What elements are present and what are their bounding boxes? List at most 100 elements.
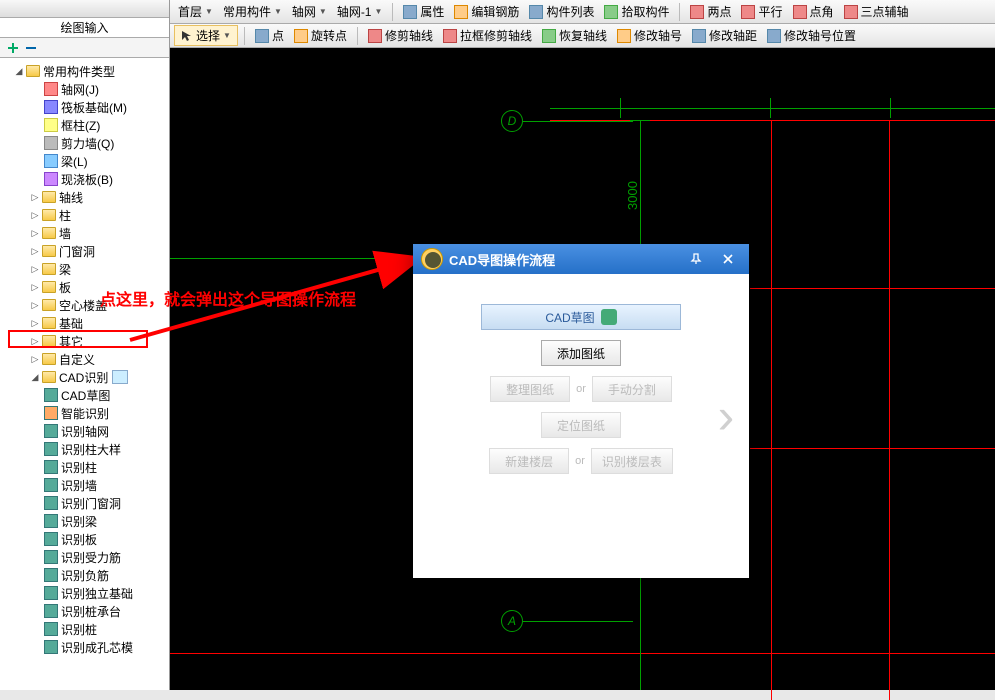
- expander-icon[interactable]: ▷: [30, 336, 40, 346]
- tree-rec-cap[interactable]: 识别桩承台: [0, 602, 169, 620]
- btn-modify-dist[interactable]: 修改轴距: [688, 26, 761, 46]
- tree-custom[interactable]: ▷自定义: [0, 350, 169, 368]
- pick-icon: [604, 5, 618, 19]
- tree-other[interactable]: ▷其它: [0, 332, 169, 350]
- btn-restore[interactable]: 恢复轴线: [538, 26, 611, 46]
- tree-shear-wall[interactable]: 剪力墙(Q): [0, 134, 169, 152]
- mini-toolbar: [0, 38, 169, 58]
- btn-rotate-pt[interactable]: 旋转点: [290, 26, 351, 46]
- panel-tab-draw[interactable]: 绘图输入: [0, 18, 169, 38]
- tree-label: 识别门窗洞: [61, 495, 121, 512]
- collapse-icon[interactable]: [24, 41, 38, 55]
- label: 平行: [758, 3, 782, 20]
- tree-label: 梁: [59, 261, 71, 278]
- tree-slab[interactable]: 现浇板(B): [0, 170, 169, 188]
- folder-icon: [42, 371, 56, 383]
- tree-rec-rebar[interactable]: 识别受力筋: [0, 548, 169, 566]
- tree-label: 板: [59, 279, 71, 296]
- btn-modify-pos[interactable]: 修改轴号位置: [763, 26, 860, 46]
- dropdown-axis-net[interactable]: 轴网-1▼: [333, 2, 387, 22]
- tree-cad-draft[interactable]: CAD草图: [0, 386, 169, 404]
- expander-icon[interactable]: ▷: [30, 300, 40, 310]
- expander-icon[interactable]: ▷: [30, 282, 40, 292]
- expander-icon[interactable]: ▷: [30, 354, 40, 364]
- tree-rec-axis[interactable]: 识别轴网: [0, 422, 169, 440]
- tree-rec-neg[interactable]: 识别负筋: [0, 566, 169, 584]
- tree-liang[interactable]: ▷梁: [0, 260, 169, 278]
- dialog-titlebar[interactable]: CAD导图操作流程: [413, 244, 749, 274]
- tree-column[interactable]: ▷柱: [0, 206, 169, 224]
- tree-opening[interactable]: ▷门窗洞: [0, 242, 169, 260]
- dropdown-axis[interactable]: 轴网▼: [288, 2, 331, 22]
- btn-trim[interactable]: 修剪轴线: [364, 26, 437, 46]
- axis-line-v1: [771, 120, 772, 700]
- tree-raft[interactable]: 筏板基础(M): [0, 98, 169, 116]
- btn-point[interactable]: 点: [251, 26, 288, 46]
- chevron-down-icon: ▼: [223, 31, 231, 40]
- tree-foundation[interactable]: ▷基础: [0, 314, 169, 332]
- tree-rec-pile[interactable]: 识别桩: [0, 620, 169, 638]
- panel-header: [0, 0, 169, 18]
- next-page-button[interactable]: ›: [713, 391, 739, 441]
- btn-select[interactable]: 选择▼: [174, 25, 238, 46]
- btn-props[interactable]: 属性: [399, 2, 448, 22]
- tree-beam[interactable]: 梁(L): [0, 152, 169, 170]
- btn-parallel[interactable]: 平行: [737, 2, 786, 22]
- tree-root[interactable]: ◢常用构件类型: [0, 62, 169, 80]
- label: 修改轴号: [634, 27, 682, 44]
- tree-rec-wall[interactable]: 识别墙: [0, 476, 169, 494]
- tree-label: 识别柱: [61, 459, 97, 476]
- btn-pt-angle[interactable]: 点角: [789, 2, 838, 22]
- expander-icon[interactable]: ◢: [30, 372, 40, 382]
- btn-edit-rebar[interactable]: 编辑钢筋: [450, 2, 523, 22]
- tree-rec-hole[interactable]: 识别成孔芯模: [0, 638, 169, 656]
- tree-wall[interactable]: ▷墙: [0, 224, 169, 242]
- tree-axis-net[interactable]: 轴网(J): [0, 80, 169, 98]
- tree-cad[interactable]: ◢CAD识别: [0, 368, 169, 386]
- expander-icon[interactable]: ▷: [30, 210, 40, 220]
- left-panel: 绘图输入 ◢常用构件类型 轴网(J) 筏板基础(M) 框柱(Z) 剪力墙(Q) …: [0, 0, 170, 690]
- tree-axis[interactable]: ▷轴线: [0, 188, 169, 206]
- list-icon: [529, 5, 543, 19]
- btn-two-pt[interactable]: 两点: [686, 2, 735, 22]
- grid-icon: [44, 82, 58, 96]
- tree-rec-beam[interactable]: 识别梁: [0, 512, 169, 530]
- expand-icon[interactable]: [6, 41, 20, 55]
- tree-rec-slab[interactable]: 识别板: [0, 530, 169, 548]
- step-row-1: 整理图纸 or 手动分割: [490, 376, 672, 402]
- separator: [679, 3, 680, 21]
- btn-new-floor: 新建楼层: [489, 448, 569, 474]
- expander-icon[interactable]: ▷: [30, 264, 40, 274]
- tree-label: 识别梁: [61, 513, 97, 530]
- rec-icon: [44, 460, 58, 474]
- btn-pick[interactable]: 拾取构件: [600, 2, 673, 22]
- boxtrim-icon: [443, 29, 457, 43]
- tree-frame-col[interactable]: 框柱(Z): [0, 116, 169, 134]
- expander-icon[interactable]: ▷: [30, 246, 40, 256]
- expander-icon[interactable]: ▷: [30, 228, 40, 238]
- tree-rec-col[interactable]: 识别柱: [0, 458, 169, 476]
- btn-modify-num[interactable]: 修改轴号: [613, 26, 686, 46]
- tree-rec-iso[interactable]: 识别独立基础: [0, 584, 169, 602]
- btn-box-trim[interactable]: 拉框修剪轴线: [439, 26, 536, 46]
- tree-rec-opening[interactable]: 识别门窗洞: [0, 494, 169, 512]
- cad-flow-icon[interactable]: [112, 370, 128, 384]
- tree-smart[interactable]: 智能识别: [0, 404, 169, 422]
- btn-three-pt[interactable]: 三点辅轴: [840, 2, 913, 22]
- expander-icon[interactable]: ▷: [30, 318, 40, 328]
- gear-icon[interactable]: [601, 309, 617, 325]
- tree-rec-col-detail[interactable]: 识别柱大样: [0, 440, 169, 458]
- rotate-icon: [294, 29, 308, 43]
- label: 属性: [420, 3, 444, 20]
- btn-comp-list[interactable]: 构件列表: [525, 2, 598, 22]
- pin-button[interactable]: [683, 249, 709, 269]
- dropdown-floor[interactable]: 首层▼: [174, 2, 217, 22]
- btn-add-drawing[interactable]: 添加图纸: [541, 340, 621, 366]
- close-button[interactable]: [715, 249, 741, 269]
- expander-icon[interactable]: ◢: [14, 66, 24, 76]
- chevron-down-icon: ▼: [205, 7, 213, 16]
- label: 恢复轴线: [559, 27, 607, 44]
- dim-tick: [620, 98, 621, 118]
- dropdown-component[interactable]: 常用构件▼: [219, 2, 286, 22]
- expander-icon[interactable]: ▷: [30, 192, 40, 202]
